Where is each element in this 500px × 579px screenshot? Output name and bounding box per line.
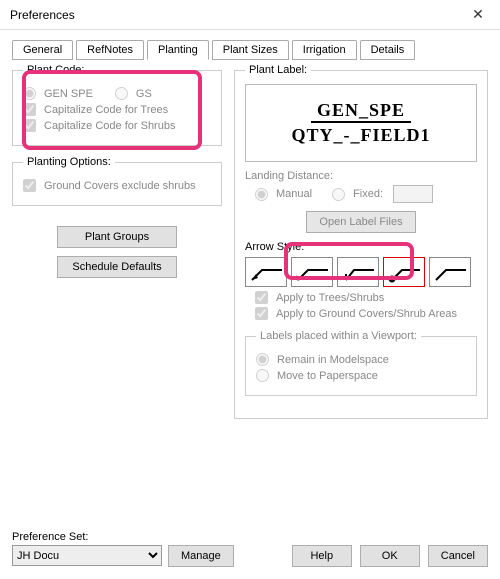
check-apply-trees-label: Apply to Trees/Shrubs [276,292,384,304]
plant-groups-button[interactable]: Plant Groups [57,226,177,248]
close-icon[interactable]: ✕ [456,0,500,30]
manage-button[interactable]: Manage [168,545,234,567]
tab-plantsizes[interactable]: Plant Sizes [212,40,289,60]
arrow-style-5[interactable] [429,257,471,287]
tab-irrigation[interactable]: Irrigation [292,40,357,60]
plant-code-legend: Plant Code: [23,64,88,76]
viewport-group: Labels placed within a Viewport: Remain … [245,330,477,396]
plant-code-group: Plant Code: GEN SPE GS Capitalize Code f… [12,64,222,146]
radio-fixed-label: Fixed: [353,188,383,200]
check-apply-trees[interactable] [255,291,268,304]
radio-fixed[interactable] [332,188,345,201]
arrow-style-3[interactable] [337,257,379,287]
arrow-style-row [245,257,477,287]
open-label-files-button[interactable]: Open Label Files [306,211,415,233]
tab-planting[interactable]: Planting [147,40,209,60]
arrow-icon-5 [432,260,468,284]
label-preview-line2: QTY_-_FIELD1 [291,123,430,146]
titlebar: Preferences ✕ [0,0,500,30]
check-cap-trees-label: Capitalize Code for Trees [44,104,168,116]
planting-options-group: Planting Options: Ground Covers exclude … [12,156,222,206]
plant-label-legend: Plant Label: [245,64,311,76]
arrow-icon-3 [340,260,376,284]
check-apply-gc[interactable] [255,307,268,320]
schedule-defaults-button[interactable]: Schedule Defaults [57,256,177,278]
tab-refnotes[interactable]: RefNotes [76,40,144,60]
label-preview-line1: GEN_SPE [311,100,411,123]
radio-gs-label: GS [136,88,152,100]
arrow-style-label: Arrow Style: [245,241,477,253]
arrow-icon-2 [294,260,330,284]
window-title: Preferences [10,8,75,22]
landing-distance-label: Landing Distance: [245,170,477,182]
bottom-bar: Preference Set: JH Docu Manage Help OK C… [12,531,488,567]
radio-remain-ms[interactable] [256,353,269,366]
check-cap-shrubs[interactable] [23,119,36,132]
plant-label-group: Plant Label: GEN_SPE QTY_-_FIELD1 Landin… [234,64,488,419]
check-gc-exclude-label: Ground Covers exclude shrubs [44,180,196,192]
arrow-style-2[interactable] [291,257,333,287]
arrow-icon-4 [386,260,422,284]
radio-gs[interactable] [115,87,128,100]
radio-move-ps[interactable] [256,369,269,382]
cancel-button[interactable]: Cancel [428,545,488,567]
radio-gen-spe-label: GEN SPE [44,88,93,100]
tab-details[interactable]: Details [360,40,416,60]
tab-strip: General RefNotes Planting Plant Sizes Ir… [12,40,488,60]
preference-set: Preference Set: JH Docu Manage [12,531,234,567]
viewport-legend: Labels placed within a Viewport: [256,330,421,342]
radio-manual[interactable] [255,188,268,201]
check-gc-exclude[interactable] [23,179,36,192]
arrow-icon-1 [248,260,284,284]
content: General RefNotes Planting Plant Sizes Ir… [0,30,500,441]
check-apply-gc-label: Apply to Ground Covers/Shrub Areas [276,308,457,320]
radio-remain-ms-label: Remain in Modelspace [277,354,389,366]
preference-set-select[interactable]: JH Docu [12,545,162,566]
radio-gen-spe[interactable] [23,87,36,100]
check-cap-trees[interactable] [23,103,36,116]
preference-set-label: Preference Set: [12,531,234,543]
arrow-style-1[interactable] [245,257,287,287]
radio-manual-label: Manual [276,188,312,200]
label-preview: GEN_SPE QTY_-_FIELD1 [245,84,477,162]
help-button[interactable]: Help [292,545,352,567]
arrow-style-4[interactable] [383,257,425,287]
fixed-value-input[interactable] [393,185,433,203]
tab-general[interactable]: General [12,40,73,60]
radio-move-ps-label: Move to Paperspace [277,370,378,382]
check-cap-shrubs-label: Capitalize Code for Shrubs [44,120,175,132]
ok-button[interactable]: OK [360,545,420,567]
planting-options-legend: Planting Options: [23,156,115,168]
